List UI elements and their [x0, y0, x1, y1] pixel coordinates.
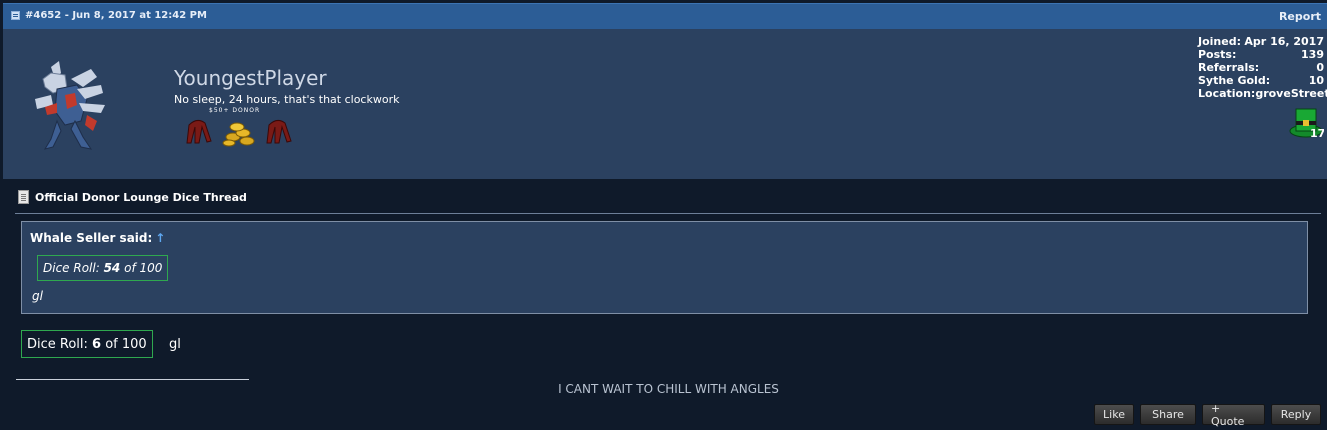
claw-icon-right — [266, 119, 292, 144]
user-title: No sleep, 24 hours, that's that clockwor… — [174, 93, 400, 106]
quote-block: Whale Seller said: ↑ Dice Roll: 54 of 100… — [21, 221, 1308, 314]
quote-author: Whale Seller said: — [30, 231, 153, 245]
stat-posts: Posts: 139 — [1198, 48, 1324, 61]
donor-badges — [186, 119, 292, 147]
quote-dice-value: 54 — [103, 261, 121, 275]
post-header-bar: #4652 - Jun 8, 2017 at 12:42 PM Report — [3, 3, 1327, 29]
divider — [15, 213, 1321, 214]
post-number-date[interactable]: #4652 - Jun 8, 2017 at 12:42 PM — [25, 10, 207, 21]
stat-location: Location: groveStreet — [1198, 87, 1327, 100]
avatar[interactable] — [21, 59, 111, 154]
stat-joined: Joined: Apr 16, 2017 — [1198, 35, 1324, 48]
signature-divider — [16, 379, 249, 380]
quote-dice-roll: Dice Roll: 54 of 100 — [37, 255, 169, 281]
user-stats: Joined: Apr 16, 2017 Posts: 139 Referral… — [1198, 35, 1327, 100]
post-meta[interactable]: #4652 - Jun 8, 2017 at 12:42 PM — [11, 10, 207, 21]
post-actions: Like Share + Quote Reply — [1094, 402, 1321, 428]
signature-text: I CANT WAIT TO CHILL WITH ANGLES — [558, 382, 779, 396]
reply-button[interactable]: Reply — [1271, 404, 1321, 425]
gold-coins-icon — [222, 122, 255, 147]
claw-icon-left — [186, 119, 212, 144]
jump-to-quote-arrow-icon[interactable]: ↑ — [155, 231, 165, 245]
post-link-icon — [11, 11, 20, 20]
dice-value: 6 — [92, 336, 102, 352]
badge-count: 17 — [1310, 127, 1324, 139]
leprechaun-hat-icon: 17 — [1289, 108, 1324, 139]
user-info-panel: YoungestPlayer No sleep, 24 hours, that'… — [3, 29, 1327, 179]
username-link[interactable]: YoungestPlayer — [174, 66, 327, 90]
stat-referrals: Referrals: 0 — [1198, 61, 1324, 74]
stat-sythe-gold: Sythe Gold: 10 — [1198, 74, 1324, 87]
like-button[interactable]: Like — [1094, 404, 1134, 425]
quote-text: gl — [32, 289, 43, 303]
donor-label: $50+ DONOR — [209, 107, 261, 114]
thread-title-link[interactable]: Official Donor Lounge Dice Thread — [18, 190, 247, 204]
dice-roll-result: Dice Roll: 6 of 100 — [21, 330, 153, 358]
share-button[interactable]: Share — [1140, 404, 1196, 425]
quote-attribution: Whale Seller said: ↑ — [30, 231, 165, 245]
quote-button[interactable]: + Quote — [1202, 402, 1265, 428]
report-link[interactable]: Report — [1279, 10, 1321, 23]
document-icon — [18, 190, 29, 204]
post-body-text: gl — [169, 337, 181, 352]
thread-title[interactable]: Official Donor Lounge Dice Thread — [35, 191, 247, 204]
